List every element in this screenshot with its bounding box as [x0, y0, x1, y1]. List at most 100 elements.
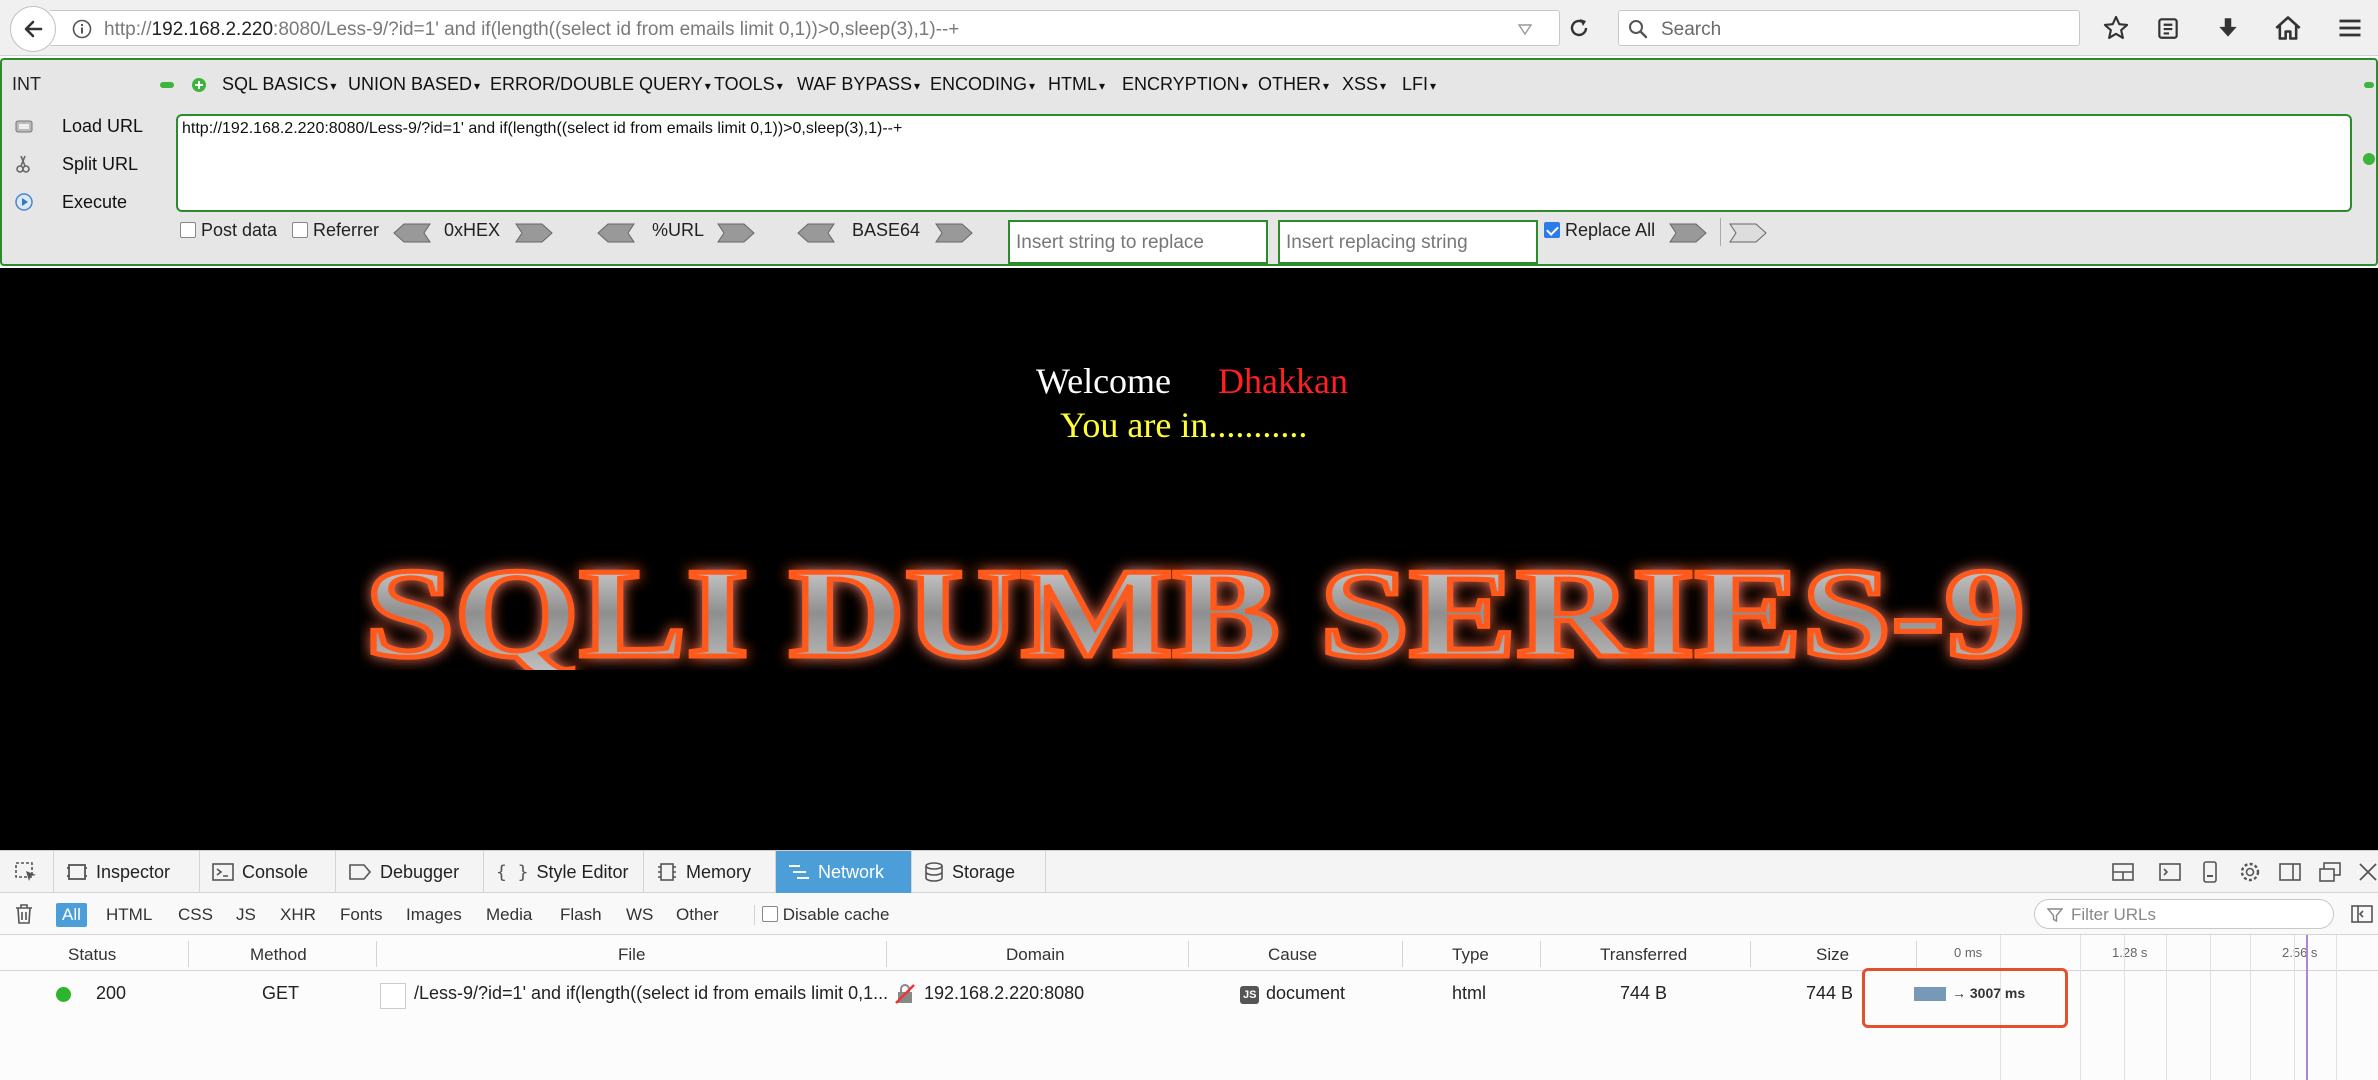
- post-data-checkbox[interactable]: [180, 222, 196, 238]
- menu-waf-bypass[interactable]: WAF BYPASS: [797, 74, 920, 95]
- col-cause[interactable]: Cause: [1268, 945, 1317, 965]
- hex-decode-arrow[interactable]: [392, 222, 432, 244]
- tab-style-editor[interactable]: { } Style Editor: [484, 851, 644, 893]
- menu-encryption[interactable]: ENCRYPTION: [1122, 74, 1248, 95]
- filter-all[interactable]: All: [56, 903, 87, 927]
- reload-icon: [1570, 19, 1588, 37]
- right-expand-icon[interactable]: [2362, 152, 2376, 166]
- replacing-string-input[interactable]: Insert replacing string: [1278, 220, 1538, 264]
- back-button[interactable]: [10, 6, 56, 52]
- home-button[interactable]: [2272, 12, 2304, 44]
- trash-icon[interactable]: [14, 903, 34, 925]
- menu-encoding[interactable]: ENCODING: [930, 74, 1035, 95]
- star-icon: [2103, 15, 2129, 39]
- tab-network[interactable]: Network: [776, 851, 912, 893]
- menu-sql-basics[interactable]: SQL BASICS: [222, 74, 336, 95]
- referrer-checkbox[interactable]: [292, 222, 308, 238]
- menu-lfi[interactable]: LFI: [1402, 74, 1436, 95]
- col-domain[interactable]: Domain: [1006, 945, 1065, 965]
- col-transferred[interactable]: Transferred: [1600, 945, 1687, 965]
- pick-element-icon: [15, 862, 36, 881]
- responsive-design-icon[interactable]: [2198, 861, 2222, 883]
- filter-html[interactable]: HTML: [100, 903, 158, 927]
- post-data-option[interactable]: Post data: [180, 220, 277, 241]
- url-bar[interactable]: http://192.168.2.220:8080/Less-9/?id=1' …: [50, 10, 1560, 46]
- bookmark-star-button[interactable]: [2100, 12, 2132, 44]
- replace-all-checkbox[interactable]: [1544, 222, 1560, 238]
- page-content: Welcome Dhakkan You are in........... SQ…: [0, 268, 2378, 850]
- int-label: INT: [12, 74, 41, 94]
- filter-js[interactable]: JS: [230, 903, 262, 927]
- filter-images[interactable]: Images: [400, 903, 468, 927]
- timeline-tick-2: 2.56 s: [2282, 945, 2318, 960]
- url-decode-arrow[interactable]: [596, 222, 636, 244]
- row-file: /Less-9/?id=1' and if(length((select id …: [414, 983, 889, 1003]
- insecure-connection-icon: [895, 984, 915, 1004]
- url-dropdown-icon[interactable]: [1516, 20, 1534, 38]
- search-input[interactable]: Search: [1618, 10, 2080, 46]
- filter-urls-input[interactable]: Filter URLs: [2034, 899, 2334, 929]
- memory-icon: [658, 863, 676, 881]
- url-text[interactable]: http://192.168.2.220:8080/Less-9/?id=1' …: [104, 19, 959, 41]
- tab-inspector[interactable]: Inspector: [54, 851, 200, 893]
- dock-side-icon[interactable]: [2278, 861, 2302, 883]
- menu-other[interactable]: OTHER: [1258, 74, 1329, 95]
- col-status[interactable]: Status: [68, 945, 116, 965]
- reading-list-button[interactable]: [2152, 12, 2184, 44]
- filter-fonts[interactable]: Fonts: [334, 903, 389, 927]
- col-method[interactable]: Method: [250, 945, 307, 965]
- menu-html[interactable]: HTML: [1048, 74, 1105, 95]
- filter-ws[interactable]: WS: [620, 903, 659, 927]
- toggle-sidebar-icon[interactable]: [2350, 903, 2374, 925]
- col-file[interactable]: File: [618, 945, 645, 965]
- settings-gear-icon[interactable]: [2238, 861, 2262, 883]
- username-text: Dhakkan: [1218, 361, 1348, 401]
- col-size[interactable]: Size: [1816, 945, 1849, 965]
- filter-flash[interactable]: Flash: [554, 903, 608, 927]
- downloads-button[interactable]: [2212, 12, 2244, 44]
- collapse-icon[interactable]: [160, 82, 174, 88]
- url-textarea[interactable]: http://192.168.2.220:8080/Less-9/?id=1' …: [176, 114, 2352, 212]
- replace-all-option[interactable]: Replace All: [1544, 220, 1655, 241]
- replace-alt-arrow[interactable]: [1728, 222, 1768, 244]
- menu-tools[interactable]: TOOLS: [714, 74, 783, 95]
- tab-debugger[interactable]: Debugger: [336, 851, 484, 893]
- filter-xhr[interactable]: XHR: [274, 903, 322, 927]
- tab-memory[interactable]: Memory: [644, 851, 776, 893]
- filter-css[interactable]: CSS: [172, 903, 219, 927]
- reload-button[interactable]: [1562, 10, 1596, 46]
- load-url-icon: [15, 120, 33, 133]
- referrer-option[interactable]: Referrer: [292, 220, 379, 241]
- base64-decode-arrow[interactable]: [796, 222, 836, 244]
- url-host: 192.168.2.220: [151, 19, 274, 40]
- url-encode-arrow[interactable]: [716, 222, 756, 244]
- debugger-icon: [349, 864, 372, 880]
- menu-button[interactable]: [2334, 12, 2366, 44]
- replace-arrow[interactable]: [1668, 222, 1708, 244]
- highlight-annotation-box: [1862, 968, 2068, 1028]
- menu-error-double-query[interactable]: ERROR/DOUBLE QUERY: [490, 74, 711, 95]
- status-indicator: [56, 987, 71, 1002]
- disable-cache-checkbox[interactable]: [762, 906, 778, 922]
- tab-storage[interactable]: Storage: [912, 851, 1046, 893]
- filter-media[interactable]: Media: [480, 903, 538, 927]
- pick-element-button[interactable]: [0, 851, 54, 893]
- right-collapse-icon[interactable]: [2364, 82, 2374, 88]
- search-icon: [1629, 20, 1648, 39]
- expand-plus-icon[interactable]: [192, 78, 206, 92]
- split-console-icon[interactable]: [2158, 861, 2182, 883]
- col-type[interactable]: Type: [1452, 945, 1489, 965]
- disable-cache-option[interactable]: Disable cache: [756, 903, 896, 927]
- info-icon[interactable]: [72, 19, 92, 39]
- base64-encode-arrow[interactable]: [934, 222, 974, 244]
- undock-window-icon[interactable]: [2318, 861, 2342, 883]
- tab-console[interactable]: Console: [200, 851, 336, 893]
- close-devtools-icon[interactable]: [2356, 861, 2378, 883]
- filter-other[interactable]: Other: [670, 903, 725, 927]
- menu-xss[interactable]: XSS: [1342, 74, 1386, 95]
- timeline-tick-0: 0 ms: [1954, 945, 1983, 960]
- hex-encode-arrow[interactable]: [514, 222, 554, 244]
- replace-string-input[interactable]: Insert string to replace: [1008, 220, 1268, 264]
- menu-union-based[interactable]: UNION BASED: [348, 74, 480, 95]
- dock-layout-icon[interactable]: [2112, 861, 2136, 883]
